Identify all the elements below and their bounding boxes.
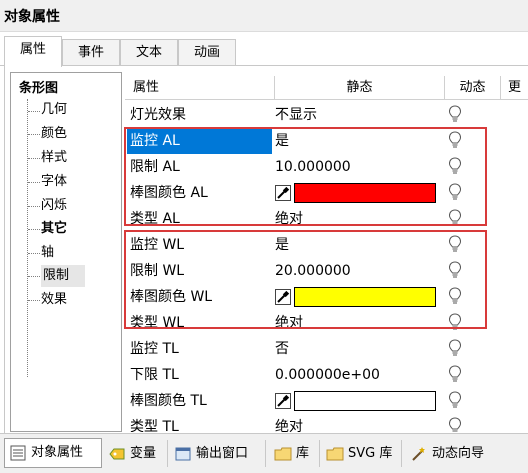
highlight-box-wl	[124, 230, 487, 329]
tree-item-axis[interactable]: 轴	[41, 242, 54, 264]
property-name[interactable]: 灯光效果	[127, 102, 272, 128]
tree-root-bar-graph[interactable]: 条形图	[19, 77, 58, 96]
tree-branch	[28, 182, 40, 183]
header-static[interactable]: 静态	[275, 76, 445, 100]
property-category-tree[interactable]: 条形图 几何 颜色 样式 字体 闪烁 其它 轴 限制 效果	[10, 72, 122, 432]
tree-branch	[28, 300, 40, 301]
tab-text[interactable]: 文本	[120, 39, 178, 66]
output-window-icon	[174, 445, 192, 463]
property-name[interactable]: 棒图颜色 TL	[127, 388, 272, 414]
tree-item-colors[interactable]: 颜色	[41, 123, 67, 145]
bottom-tab-object-properties[interactable]: 对象属性	[4, 438, 102, 468]
grid-header: 属性 静态 动态 更	[125, 76, 528, 100]
bottom-tab-library[interactable]: 库	[270, 440, 320, 467]
tree-branch	[28, 229, 40, 230]
bottom-tab-svg-library[interactable]: SVG 库	[322, 440, 402, 467]
property-row[interactable]: 灯光效果 不显示	[125, 102, 528, 128]
dynamic-bulb-icon[interactable]	[443, 414, 467, 432]
property-row[interactable]: 监控 TL 否	[125, 336, 528, 362]
tree-item-effects[interactable]: 效果	[41, 289, 67, 311]
tree-branch	[28, 111, 40, 112]
dynamic-bulb-icon[interactable]	[443, 336, 467, 362]
property-row[interactable]: 棒图颜色 TL	[125, 388, 528, 414]
dynamic-bulb-icon[interactable]	[443, 388, 467, 414]
property-row[interactable]: 下限 TL 0.000000e+00	[125, 362, 528, 388]
header-dynamic[interactable]: 动态	[445, 76, 501, 100]
property-name[interactable]: 监控 TL	[127, 336, 272, 362]
svg-folder-icon	[326, 445, 344, 463]
tree-branch	[28, 134, 40, 135]
tree-item-limits[interactable]: 限制	[41, 265, 85, 287]
tag-icon	[108, 445, 126, 463]
property-value[interactable]: 否	[275, 336, 445, 362]
tab-events[interactable]: 事件	[62, 39, 120, 66]
tree-item-flashing[interactable]: 闪烁	[41, 195, 67, 217]
bottom-tab-label: SVG 库	[348, 446, 393, 461]
bottom-tab-output-window[interactable]: 输出窗口	[170, 440, 266, 467]
tree-item-font[interactable]: 字体	[41, 171, 67, 193]
tree-item-geometry[interactable]: 几何	[41, 99, 67, 121]
tree-item-styles[interactable]: 样式	[41, 147, 67, 169]
tab-animation[interactable]: 动画	[178, 39, 236, 66]
wizard-icon	[410, 445, 428, 463]
panel-title-bar: 对象属性	[0, 0, 528, 32]
bottom-tab-variables[interactable]: 变量	[104, 440, 168, 467]
tree-item-miscellaneous[interactable]: 其它	[41, 218, 67, 240]
properties-icon	[9, 444, 27, 462]
property-value[interactable]: 绝对	[275, 414, 445, 432]
bottom-tab-label: 变量	[130, 446, 157, 461]
property-row[interactable]: 类型 TL 绝对	[125, 414, 528, 432]
bottom-tab-label: 输出窗口	[196, 446, 249, 461]
panel-title: 对象属性	[4, 9, 60, 25]
property-name[interactable]: 下限 TL	[127, 362, 272, 388]
header-property[interactable]: 属性	[125, 76, 275, 100]
tab-strip: 属性 事件 文本 动画	[0, 36, 528, 67]
color-picker-field[interactable]	[275, 391, 436, 411]
tree-guide-line	[27, 99, 28, 377]
bottom-tab-label: 动态向导	[432, 446, 485, 461]
tree-branch	[28, 158, 40, 159]
bottom-tab-label: 库	[296, 446, 310, 461]
property-value[interactable]: 0.000000e+00	[275, 362, 445, 388]
eyedropper-icon[interactable]	[275, 393, 291, 409]
dynamic-bulb-icon[interactable]	[443, 102, 467, 128]
color-value[interactable]	[275, 388, 445, 414]
bottom-tab-dynamic-wizard[interactable]: 动态向导	[406, 440, 500, 467]
folder-icon	[274, 445, 292, 463]
highlight-box-al	[124, 127, 487, 226]
dynamic-bulb-icon[interactable]	[443, 362, 467, 388]
property-name[interactable]: 类型 TL	[127, 414, 272, 432]
property-value[interactable]: 不显示	[275, 102, 445, 128]
bottom-tab-label: 对象属性	[31, 445, 84, 460]
bottom-tab-bar: 对象属性 变量 输出窗口 库 SVG 库 动态向导	[0, 433, 528, 473]
color-swatch[interactable]	[294, 391, 436, 411]
tab-properties[interactable]: 属性	[4, 36, 62, 67]
tree-branch	[28, 253, 40, 254]
header-more[interactable]: 更	[501, 76, 528, 100]
tree-branch	[28, 206, 40, 207]
tree-branch	[28, 276, 40, 277]
